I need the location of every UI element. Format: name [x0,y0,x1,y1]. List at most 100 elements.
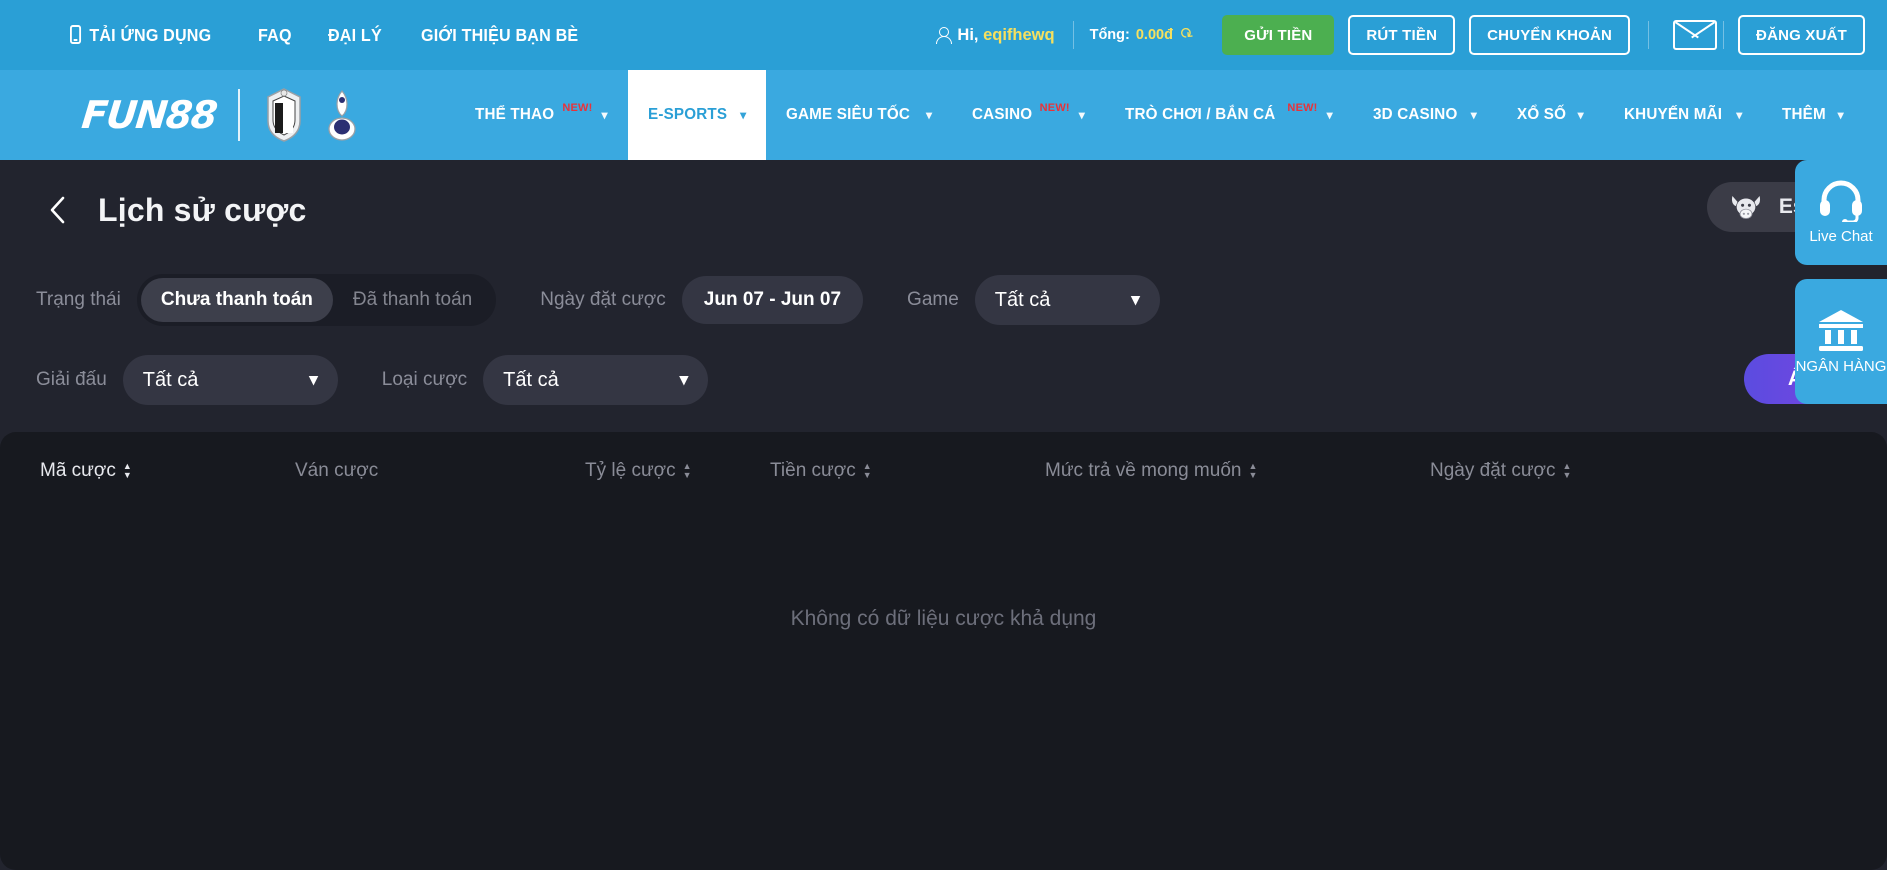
column-label: Tỷ lệ cược [585,460,676,481]
divider [1648,21,1650,49]
status-segmented-control: Chưa thanh toán Đã thanh toán [136,274,497,326]
game-select[interactable]: Tất cả ▾ [974,275,1160,325]
chevron-down-icon: ▾ [601,108,608,122]
balance-value: 0.00đ [1135,27,1173,43]
main-navigation: FUN88 THỂ THAO NEW! ▾ E-SPORTS ▾ GAME SI… [0,70,1887,160]
withdraw-button[interactable]: RÚT TIỀN [1348,15,1456,55]
chevron-left-icon [50,196,65,224]
bettype-select-value: Tất cả [503,368,559,391]
utility-link-label: TẢI ỨNG DỤNG [89,24,212,45]
date-range-picker[interactable]: Jun 07 - Jun 07 [681,276,864,324]
filter-row-2: Giải đấu Tất cả ▾ Loại cược Tất cả ▾ [0,340,1887,420]
nav-item-game-sieu-toc[interactable]: GAME SIÊU TỐC ▾ [766,70,952,160]
column-header-tien-cuoc[interactable]: Tiền cược ▲ ▼ [770,460,1045,482]
transfer-button[interactable]: CHUYỂN KHOẢN [1469,15,1631,55]
filter-row-1: Trạng thái Chưa thanh toán Đã thanh toán… [0,260,1887,340]
league-select[interactable]: Tất cả ▾ [122,355,338,405]
status-option-unsettled[interactable]: Chưa thanh toán [140,278,333,322]
refresh-icon[interactable]: ⟳ [1175,24,1196,46]
live-chat-widget[interactable]: Live Chat [1795,160,1887,265]
new-badge: NEW! [1287,102,1318,114]
status-option-settled[interactable]: Đã thanh toán [333,278,492,322]
page-header: Lịch sử cược Esports [0,160,1887,260]
username-label: eqifhewq [983,25,1055,44]
bank-widget[interactable]: NGÂN HÀNG [1795,279,1887,404]
chevron-down-icon: ▾ [740,108,747,122]
nav-item-label: E-SPORTS [647,106,727,123]
divider [238,89,240,141]
league-filter-label: Giải đấu [36,369,107,390]
inbox-button[interactable] [1667,15,1723,55]
bull-icon [1731,195,1760,219]
headset-icon [1820,180,1862,222]
brand-logo[interactable]: FUN88 [79,70,378,160]
column-header-ma-cuoc[interactable]: Mã cược ▲ ▼ [40,460,295,482]
nav-item-casino[interactable]: CASINO NEW! ▾ [952,70,1105,160]
nav-item-label: CASINO [972,106,1033,123]
back-button[interactable] [40,193,74,227]
nav-item-label: XỔ SỐ [1516,106,1567,123]
app-root: TẢI ỨNG DỤNG FAQ ĐẠI LÝ GIỚI THIỆU BẠN B… [0,0,1887,870]
sort-icon: ▲ ▼ [1562,461,1572,480]
bank-icon [1819,310,1863,351]
chevron-down-icon: ▾ [1837,108,1844,122]
column-header-ngay-dat-cuoc[interactable]: Ngày đặt cược ▲ ▼ [1430,460,1571,482]
column-label: Ngày đặt cược [1430,460,1556,481]
chevron-down-icon: ▾ [1736,108,1743,122]
utility-link-refer-friend[interactable]: GIỚI THIỆU BẠN BÈ [421,25,578,46]
mail-icon [1673,20,1718,50]
chevron-down-icon: ▾ [309,370,318,389]
utility-link-download-app[interactable]: TẢI ỨNG DỤNG [70,24,212,46]
sort-icon: ▲ ▼ [862,461,872,480]
divider [1723,21,1725,49]
newcastle-crest-icon [267,88,301,142]
chevron-down-icon: ▾ [1131,290,1140,309]
user-icon [935,26,952,44]
nav-item-label: TRÒ CHƠI / BẮN CÁ [1125,106,1276,123]
column-header-van-cuoc[interactable]: Ván cược [295,460,585,482]
utility-link-agent[interactable]: ĐẠI LÝ [328,25,382,46]
empty-state-message: Không có dữ liệu cược khả dụng [790,607,1097,630]
page-content: Lịch sử cược Esports Trạng thái [0,160,1887,870]
filter-panel: Trạng thái Chưa thanh toán Đã thanh toán… [0,260,1887,420]
column-label: Ván cược [295,460,379,481]
utility-link-faq[interactable]: FAQ [258,25,292,46]
account-bar: Hi, eqifhewq Tổng: 0.00đ ⟳ GỬI TIỀN RÚT … [935,0,1865,70]
sort-icon: ▲ ▼ [122,461,132,480]
game-select-value: Tất cả [994,288,1051,311]
column-label: Mã cược [40,460,116,481]
logout-button[interactable]: ĐĂNG XUẤT [1738,15,1865,55]
logo-text: FUN88 [79,93,219,137]
column-header-muc-tra-ve[interactable]: Mức trả về mong muốn ▲ ▼ [1045,460,1430,482]
nav-item-the-thao[interactable]: THỂ THAO NEW! ▾ [455,70,628,160]
chevron-down-icon: ▾ [925,108,933,122]
nav-item-tro-choi-ban-ca[interactable]: TRÒ CHƠI / BẮN CÁ NEW! ▾ [1105,70,1353,160]
new-badge: NEW! [1039,102,1070,114]
date-filter-label: Ngày đặt cược [540,289,666,310]
nav-item-khuyen-mai[interactable]: KHUYẾN MÃI ▾ [1604,70,1763,160]
bettype-select[interactable]: Tất cả ▾ [483,355,709,405]
bettype-filter-label: Loại cược [381,369,468,390]
sort-icon: ▲ ▼ [1248,461,1258,480]
chevron-down-icon: ▾ [679,370,689,389]
nav-item-list: THỂ THAO NEW! ▾ E-SPORTS ▾ GAME SIÊU TỐC… [455,70,1864,160]
chevron-down-icon: ▾ [1577,108,1584,122]
status-filter-label: Trạng thái [36,289,121,310]
nav-item-e-sports[interactable]: E-SPORTS ▾ [627,70,767,160]
nav-item-xo-so[interactable]: XỔ SỐ ▾ [1497,70,1604,160]
column-header-ty-le-cuoc[interactable]: Tỷ lệ cược ▲ ▼ [585,460,770,482]
nav-item-3d-casino[interactable]: 3D CASINO ▾ [1353,70,1497,160]
nav-item-label: THÊM [1782,106,1827,123]
deposit-button[interactable]: GỬI TIỀN [1222,15,1335,55]
chevron-down-icon: ▾ [1078,108,1086,122]
column-label: Mức trả về mong muốn [1045,460,1242,481]
page-title: Lịch sử cược [98,191,307,228]
sort-icon: ▲ ▼ [682,461,692,480]
user-greeting[interactable]: Hi, eqifhewq [935,26,1072,45]
live-chat-label: Live Chat [1809,228,1873,245]
nav-item-label: KHUYẾN MÃI [1623,106,1723,123]
balance-label: Tổng: [1089,27,1130,43]
table-header-row: Mã cược ▲ ▼ Ván cược Tỷ lệ cược ▲ ▼ Tiền c… [0,432,1887,510]
nav-item-them[interactable]: THÊM ▾ [1762,70,1863,160]
bet-history-table: Mã cược ▲ ▼ Ván cược Tỷ lệ cược ▲ ▼ Tiền c… [0,432,1887,870]
